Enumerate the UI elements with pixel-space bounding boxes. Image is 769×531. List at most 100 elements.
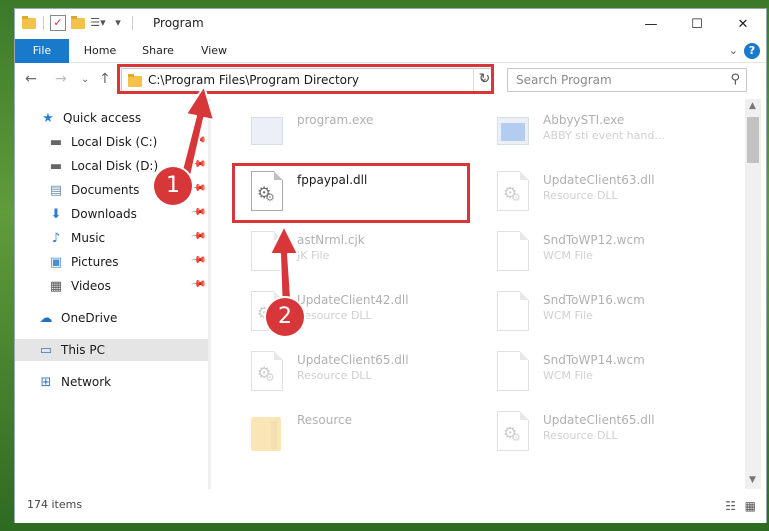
file-item-program-exe[interactable]: program.exe	[241, 105, 481, 161]
sidebar-item-label: Downloads	[71, 207, 137, 221]
file-item-updateclient65-dll-2[interactable]: ⚙ ⚙ UpdateClient65.dll Resource DLL	[487, 405, 727, 461]
file-name: UpdateClient65.dll	[297, 353, 409, 367]
file-list: program.exe AbbyySTI.exe ABBY sti event …	[211, 99, 743, 489]
scroll-down-icon[interactable]: ▼	[749, 475, 756, 485]
sidebar-item-label: Videos	[71, 279, 111, 293]
tab-file[interactable]: File	[15, 39, 69, 63]
maximize-button[interactable]: ☐	[674, 9, 720, 39]
file-item-astnrml-cjk[interactable]: astNrml.cjk JK File	[241, 225, 481, 281]
tab-home[interactable]: Home	[73, 39, 127, 63]
pin-icon[interactable]: 📌	[189, 228, 206, 245]
drive-icon: ▬	[49, 158, 63, 174]
sidebar-item-pictures[interactable]: ▣ Pictures 📌	[15, 251, 208, 273]
large-icons-view-icon[interactable]: ▦	[745, 499, 756, 513]
sidebar-item-local-disk-c[interactable]: ▬ Local Disk (C:) 📌	[15, 131, 208, 153]
file-item-sndtowp14-wcm[interactable]: SndToWP14.wcm WCM File	[487, 345, 727, 401]
back-arrow-icon[interactable]: ←	[25, 71, 37, 87]
sidebar-item-label: This PC	[61, 343, 105, 357]
file-type: JK File	[297, 249, 330, 262]
file-name: SndToWP12.wcm	[543, 233, 645, 247]
tab-view[interactable]: View	[187, 39, 241, 63]
file-type: WCM File	[543, 369, 593, 382]
pictures-icon: ▣	[49, 254, 63, 270]
file-type: Resource DLL	[297, 369, 372, 382]
file-item-abbyysti-exe[interactable]: AbbyySTI.exe ABBY sti event hand...	[487, 105, 727, 161]
customize-toolbar-icon[interactable]: ☰▾	[90, 15, 106, 31]
film-icon: ▦	[49, 278, 63, 294]
blank-file-icon	[497, 291, 529, 331]
exe-icon	[251, 111, 283, 151]
sidebar-item-label: Documents	[71, 183, 140, 197]
file-item-sndtowp12-wcm[interactable]: SndToWP12.wcm WCM File	[487, 225, 727, 281]
star-icon: ★	[42, 110, 54, 126]
window-title: Program	[153, 16, 204, 30]
sidebar-item-onedrive[interactable]: ☁ OneDrive	[15, 307, 208, 329]
toolbar-dropdown-icon[interactable]: ▾	[110, 15, 126, 31]
sidebar-item-downloads[interactable]: ⬇ Downloads 📌	[15, 203, 208, 225]
file-type: Resource DLL	[543, 189, 618, 202]
sidebar-item-quick-access[interactable]: ★ Quick access	[15, 107, 208, 129]
search-placeholder[interactable]: Search Program	[516, 73, 612, 87]
pin-icon[interactable]: 📌	[189, 276, 206, 293]
forward-arrow-icon[interactable]: →	[55, 71, 67, 87]
folder-icon	[251, 411, 283, 451]
pin-icon[interactable]: 📌	[189, 204, 206, 221]
close-button[interactable]: ✕	[720, 9, 766, 39]
file-type: Resource DLL	[543, 429, 618, 442]
sidebar-item-music[interactable]: ♪ Music 📌	[15, 227, 208, 249]
file-list-scrollbar[interactable]: ▲ ▼	[745, 99, 761, 489]
up-arrow-icon[interactable]: ↑	[99, 71, 111, 87]
sidebar-item-network[interactable]: ⊞ Network	[15, 371, 208, 393]
properties-check-icon[interactable]: ✓	[50, 15, 66, 31]
expand-ribbon-chevron-icon[interactable]: ⌄	[729, 44, 738, 57]
file-name: SndToWP14.wcm	[543, 353, 645, 367]
status-bar: 174 items ☷ ▦	[15, 491, 766, 523]
search-icon[interactable]: ⚲	[730, 72, 740, 87]
toolbar-divider	[43, 16, 44, 30]
details-view-icon[interactable]: ☷	[725, 499, 736, 513]
sidebar-item-videos[interactable]: ▦ Videos 📌	[15, 275, 208, 297]
pin-icon[interactable]: 📌	[189, 156, 206, 173]
new-folder-icon[interactable]	[70, 15, 86, 31]
file-item-updateclient65-dll[interactable]: ⚙ ⚙ UpdateClient65.dll Resource DLL	[241, 345, 481, 401]
help-icon[interactable]: ?	[744, 43, 760, 59]
blank-file-icon	[497, 231, 529, 271]
window-controls: — ☐ ✕	[628, 9, 766, 39]
folder-item-resource[interactable]: Resource	[241, 405, 481, 461]
exe-blue-icon	[497, 111, 529, 151]
recent-locations-chevron-icon[interactable]: ⌄	[81, 74, 89, 85]
file-name: UpdateClient65.dll	[543, 413, 655, 427]
pin-icon[interactable]: 📌	[189, 180, 206, 197]
sidebar-item-label: Local Disk (C:)	[71, 135, 158, 149]
documents-icon: ▤	[49, 182, 63, 198]
scroll-up-icon[interactable]: ▲	[749, 101, 756, 111]
blank-file-icon	[251, 231, 283, 271]
step-1-badge: 1	[154, 167, 192, 205]
file-type: ABBY sti event hand...	[543, 129, 665, 142]
search-box[interactable]: Search Program ⚲	[507, 68, 747, 92]
item-count: 174 items	[27, 498, 83, 511]
drive-icon: ▬	[49, 134, 63, 150]
pin-icon[interactable]: 📌	[189, 252, 206, 269]
file-name: SndToWP16.wcm	[543, 293, 645, 307]
minimize-button[interactable]: —	[628, 9, 674, 39]
file-item-sndtowp16-wcm[interactable]: SndToWP16.wcm WCM File	[487, 285, 727, 341]
ribbon-tabs: File Home Share View ⌄ ?	[15, 39, 766, 63]
sidebar-item-this-pc[interactable]: ▭ This PC	[15, 339, 208, 361]
scroll-thumb[interactable]	[747, 117, 759, 163]
file-name: program.exe	[297, 113, 374, 127]
file-highlight	[232, 163, 470, 223]
pin-icon[interactable]: 📌	[189, 132, 206, 149]
dll-gear-icon: ⚙⚙	[497, 171, 529, 211]
monitor-icon: ▭	[39, 342, 53, 358]
sidebar-item-label: Pictures	[71, 255, 119, 269]
music-note-icon: ♪	[51, 230, 61, 246]
tab-share[interactable]: Share	[131, 39, 185, 63]
file-name: UpdateClient42.dll	[297, 293, 409, 307]
sidebar-item-label: Local Disk (D:)	[71, 159, 159, 173]
file-item-updateclient63-dll[interactable]: ⚙ ⚙ UpdateClient63.dll Resource DLL	[487, 165, 727, 221]
file-type: Resource DLL	[297, 309, 372, 322]
navigation-pane: ★ Quick access ▬ Local Disk (C:) 📌 ▬ Loc…	[15, 99, 211, 489]
folder-icon	[21, 15, 37, 31]
cloud-icon: ☁	[39, 310, 53, 326]
